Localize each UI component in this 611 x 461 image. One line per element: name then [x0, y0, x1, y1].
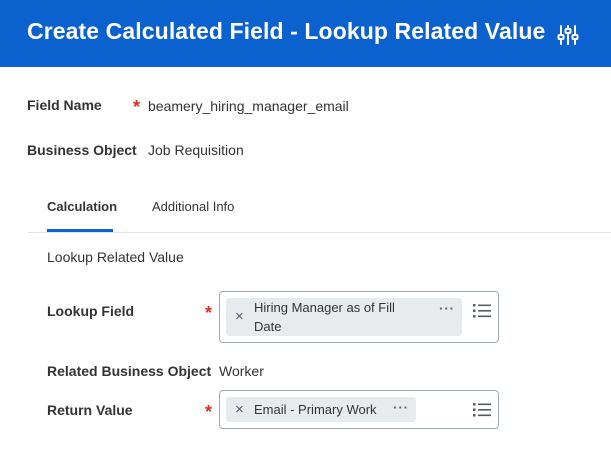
- lookup-field-label: Lookup Field: [47, 303, 135, 319]
- lookup-field-value-line1: Hiring Manager as of Fill: [254, 300, 395, 315]
- return-value-required-marker: *: [205, 402, 213, 422]
- prompt-list-icon[interactable]: [473, 304, 491, 318]
- remove-lookup-field-icon[interactable]: ×: [235, 309, 244, 324]
- return-value-label: Return Value: [47, 402, 133, 418]
- lookup-field-selected-pill[interactable]: × Hiring Manager as of Fill Date ···: [226, 298, 462, 336]
- section-title: Lookup Related Value: [47, 249, 184, 265]
- return-value-selected-pill[interactable]: × Email - Primary Work ···: [226, 397, 416, 422]
- page-header: Create Calculated Field - Lookup Related…: [0, 0, 611, 67]
- tab-additional-info[interactable]: Additional Info: [152, 199, 234, 214]
- field-name-label: Field Name: [27, 97, 102, 113]
- remove-return-value-icon[interactable]: ×: [235, 402, 244, 417]
- business-object-label: Business Object: [27, 142, 137, 158]
- business-object-value: Job Requisition: [148, 142, 244, 158]
- active-tab-indicator: [47, 229, 113, 232]
- field-name-value: beamery_hiring_manager_email: [148, 98, 349, 114]
- field-name-required-marker: *: [133, 97, 141, 117]
- related-business-object-label: Related Business Object: [47, 363, 212, 379]
- lookup-field-required-marker: *: [205, 303, 213, 323]
- tab-calculation[interactable]: Calculation: [47, 199, 117, 214]
- related-actions-sliders-icon[interactable]: [557, 24, 579, 46]
- related-business-object-value: Worker: [219, 363, 264, 379]
- return-value-prompt[interactable]: × Email - Primary Work ···: [219, 390, 499, 429]
- lookup-field-value-line2: Date: [254, 319, 282, 334]
- tabs-divider: [28, 232, 611, 233]
- lookup-field-more-icon[interactable]: ···: [439, 301, 455, 316]
- return-value-more-icon[interactable]: ···: [393, 400, 409, 415]
- lookup-field-prompt[interactable]: × Hiring Manager as of Fill Date ···: [219, 291, 499, 343]
- prompt-list-icon[interactable]: [473, 403, 491, 417]
- return-value-value: Email - Primary Work: [254, 402, 377, 417]
- page-title: Create Calculated Field - Lookup Related…: [27, 18, 546, 44]
